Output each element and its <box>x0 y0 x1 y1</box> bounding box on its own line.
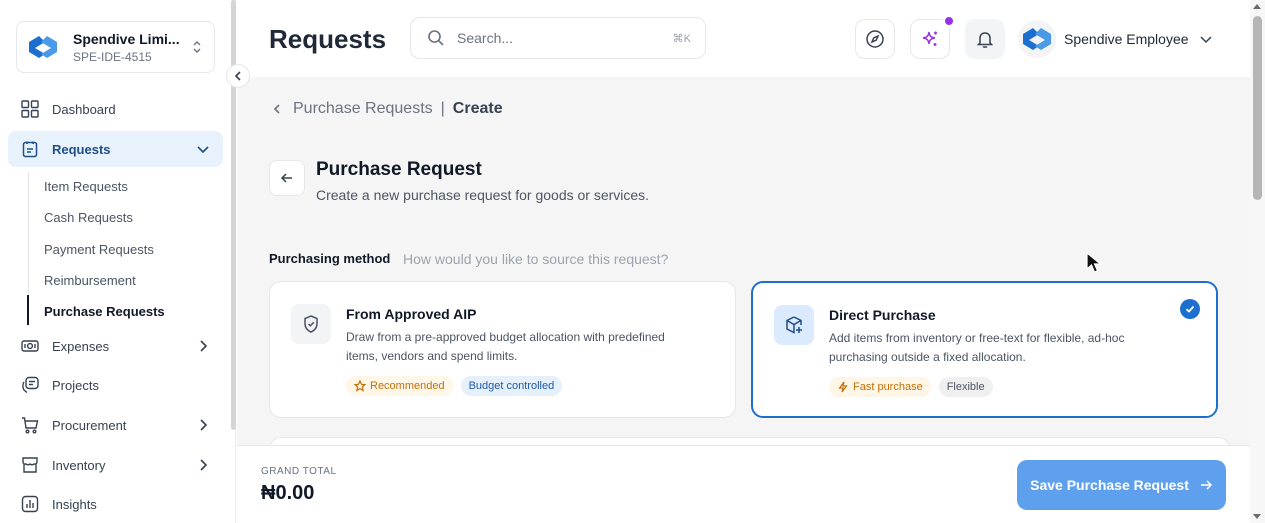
breadcrumb-current: Create <box>452 100 503 117</box>
sidebar-item-label: Inventory <box>52 457 106 473</box>
sidebar-item-expenses[interactable]: Expenses <box>8 328 223 364</box>
chevron-left-icon <box>234 71 241 81</box>
sidebar-subitem-payment-requests[interactable]: Payment Requests <box>44 242 154 257</box>
back-button[interactable] <box>269 160 305 196</box>
method-card-approved-aip[interactable]: From Approved AIP Draw from a pre-approv… <box>269 281 736 418</box>
package-plus-icon <box>774 305 814 345</box>
breadcrumb-separator: | <box>440 100 445 117</box>
sidebar-subitem-item-requests[interactable]: Item Requests <box>44 179 128 194</box>
sidebar-item-label: Requests <box>52 141 111 157</box>
badge-budget-controlled: Budget controlled <box>460 376 563 396</box>
star-icon <box>354 380 366 392</box>
top-header: Requests ⌘K Spendive Employee <box>237 0 1250 77</box>
sidebar-item-label: Insights <box>52 496 97 512</box>
shield-check-icon <box>291 304 331 344</box>
clipboard-icon <box>20 139 40 159</box>
method-title: Direct Purchase <box>829 307 936 323</box>
form-subtitle: Create a new purchase request for goods … <box>316 187 650 203</box>
scroll-down-arrow-icon[interactable] <box>1253 514 1261 519</box>
sidebar: Spendive Limi... SPE-IDE-4515 Dashboard … <box>0 0 236 523</box>
breadcrumb-parent[interactable]: Purchase Requests <box>293 100 433 118</box>
scrollbar-thumb[interactable] <box>1253 16 1262 200</box>
breadcrumb: Purchase Requests | Create <box>271 100 503 118</box>
method-card-direct-purchase[interactable]: Direct Purchase Add items from inventory… <box>751 281 1218 418</box>
sidebar-item-insights[interactable]: Insights <box>8 486 223 522</box>
sidebar-item-dashboard[interactable]: Dashboard <box>8 91 223 127</box>
page-scrollbar[interactable] <box>1250 0 1265 523</box>
badge-recommended: Recommended <box>346 376 453 396</box>
sidebar-item-inventory[interactable]: Inventory <box>8 447 223 483</box>
sidebar-item-procurement[interactable]: Procurement <box>8 407 223 443</box>
projects-icon <box>20 375 40 395</box>
dashboard-icon <box>20 99 40 119</box>
chevron-right-icon <box>193 339 213 353</box>
method-badges: Recommended Budget controlled <box>346 376 563 396</box>
selected-check-icon <box>1180 299 1200 319</box>
method-title: From Approved AIP <box>346 306 477 322</box>
chevron-down-icon <box>1200 36 1212 44</box>
search-shortcut: ⌘K <box>672 32 691 45</box>
save-purchase-request-button[interactable]: Save Purchase Request <box>1017 460 1226 510</box>
org-id: SPE-IDE-4515 <box>73 49 152 64</box>
footer-bar: GRAND TOTAL ₦0.00 Save Purchase Request <box>237 445 1250 523</box>
save-button-label: Save Purchase Request <box>1030 477 1189 493</box>
collapse-sidebar-button[interactable] <box>226 64 250 88</box>
sidebar-item-requests[interactable]: Requests <box>8 131 223 167</box>
sidebar-item-label: Dashboard <box>52 101 116 117</box>
lightning-icon <box>838 381 848 393</box>
chevron-right-icon <box>193 458 213 472</box>
chevron-up-down-icon <box>190 40 204 55</box>
explore-button[interactable] <box>855 19 895 59</box>
org-switcher[interactable]: Spendive Limi... SPE-IDE-4515 <box>16 21 215 73</box>
scroll-up-arrow-icon[interactable] <box>1253 4 1261 9</box>
sidebar-subitem-cash-requests[interactable]: Cash Requests <box>44 210 133 225</box>
form-title: Purchase Request <box>316 159 482 180</box>
user-menu[interactable]: Spendive Employee <box>1018 20 1213 58</box>
sidebar-item-projects[interactable]: Projects <box>8 367 223 403</box>
submenu-active-indicator <box>27 295 29 325</box>
purchasing-method-label: Purchasing method <box>269 251 391 266</box>
sidebar-subitem-reimbursement[interactable]: Reimbursement <box>44 273 136 288</box>
notifications-button[interactable] <box>965 19 1005 59</box>
sidebar-item-label: Expenses <box>52 338 110 354</box>
expenses-icon <box>20 336 40 356</box>
sparkles-icon <box>922 31 937 46</box>
sidebar-subitem-purchase-requests[interactable]: Purchase Requests <box>44 304 165 319</box>
compass-icon <box>866 30 884 48</box>
chevron-right-icon <box>193 418 213 432</box>
search-input[interactable] <box>457 30 673 46</box>
arrow-left-icon <box>280 173 292 183</box>
chevron-left-icon[interactable] <box>271 103 283 115</box>
ai-assistant-button[interactable] <box>910 15 955 59</box>
avatar <box>1018 20 1056 58</box>
bell-icon <box>976 32 994 48</box>
arrow-right-icon <box>1200 480 1212 490</box>
method-description: Add items from inventory or free-text fo… <box>829 331 1125 364</box>
user-name: Spendive Employee <box>1064 31 1189 47</box>
badge-fast-purchase: Fast purchase <box>829 377 931 397</box>
store-icon <box>20 455 40 475</box>
sidebar-item-label: Procurement <box>52 417 127 433</box>
chevron-down-icon <box>193 142 213 156</box>
method-badges: Fast purchase Flexible <box>829 377 993 397</box>
grand-total-value: ₦0.00 <box>261 482 315 504</box>
search-icon <box>428 30 444 46</box>
notification-dot <box>943 15 955 27</box>
sidebar-item-label: Projects <box>52 377 99 393</box>
spendive-logo-icon <box>1023 28 1051 50</box>
search-box[interactable]: ⌘K <box>410 17 706 59</box>
chart-icon <box>20 494 40 514</box>
cart-icon <box>20 415 40 435</box>
mouse-cursor-icon <box>1086 252 1103 273</box>
purchasing-method-hint: How would you like to source this reques… <box>403 251 669 267</box>
method-description: Draw from a pre-approved budget allocati… <box>346 330 665 363</box>
grand-total-label: GRAND TOTAL <box>261 466 337 477</box>
spendive-logo-icon <box>29 36 57 58</box>
page-title: Requests <box>269 24 387 54</box>
org-name: Spendive Limi... <box>73 30 180 47</box>
badge-flexible: Flexible <box>938 377 993 397</box>
